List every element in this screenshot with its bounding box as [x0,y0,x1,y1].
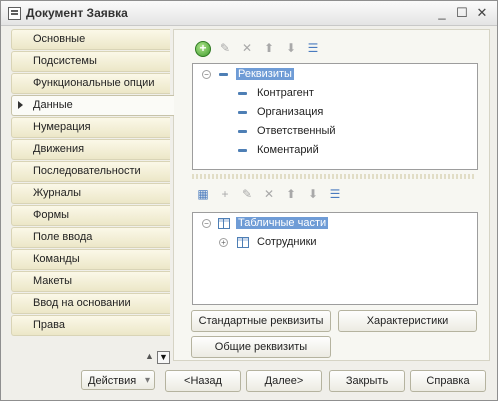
tree-row-label: Организация [257,106,324,118]
common-requisites-button[interactable]: Общие реквизиты [191,336,331,358]
move-down-icon[interactable]: ⬇ [305,186,321,202]
data-panel: + ✎ ✕ ⬆ ⬇ ☰ − Реквизиты Контрагент Орган… [173,29,490,361]
tree-row-organization[interactable]: Организация [193,104,473,121]
add-attribute-icon[interactable]: + [217,186,233,202]
title-bar[interactable]: Документ Заявка _ ☐ ✕ [1,1,497,26]
add-table-icon[interactable]: ▦ [195,186,211,202]
panel-splitter[interactable] [192,174,476,179]
tree-row-employees[interactable]: + Сотрудники [193,234,473,251]
nav-item-label: Ввод на основании [33,297,131,309]
nav-item-numbering[interactable]: Нумерация [11,117,170,138]
tree-row-label: Коментарий [257,144,319,156]
attribute-icon [238,92,247,95]
move-down-icon[interactable]: ⬇ [283,40,299,56]
tree-row-responsible[interactable]: Ответственный [193,123,473,140]
nav-item-label: Основные [33,33,86,45]
nav-item-subsystems[interactable]: Подсистемы [11,51,170,72]
actions-dropdown[interactable]: Действия [81,370,155,391]
nav-item-functional-options[interactable]: Функциональные опции [11,73,170,94]
add-icon[interactable]: + [195,41,211,57]
nav-item-forms[interactable]: Формы [11,205,170,226]
section-nav: Основные Подсистемы Функциональные опции… [11,29,174,347]
attribute-group-icon [219,73,228,76]
nav-item-movements[interactable]: Движения [11,139,170,160]
window-title: Документ Заявка [26,6,128,20]
nav-item-label: Последовательности [33,165,141,177]
edit-icon[interactable]: ✎ [239,186,255,202]
sort-icon[interactable]: ☰ [305,40,321,56]
attribute-icon [238,111,247,114]
requisites-tree[interactable]: − Реквизиты Контрагент Организация Ответ… [192,63,478,170]
back-button[interactable]: <Назад [165,370,241,392]
nav-item-label: Журналы [33,187,82,199]
nav-item-input-by-basis[interactable]: Ввод на основании [11,293,170,314]
tree-row-tabular-parts[interactable]: − Табличные части [193,215,473,232]
table-icon [218,218,230,229]
nav-item-label: Функциональные опции [33,77,155,89]
nav-item-input-field[interactable]: Поле ввода [11,227,170,248]
attribute-icon [238,130,247,133]
dialog-window: Документ Заявка _ ☐ ✕ Основные Подсистем… [0,0,498,401]
close-button[interactable]: Закрыть [329,370,405,392]
nav-item-templates[interactable]: Макеты [11,271,170,292]
nav-item-main[interactable]: Основные [11,29,170,50]
tree-row-label: Сотрудники [257,236,317,248]
edit-icon[interactable]: ✎ [217,40,233,56]
tree-row-comment[interactable]: Коментарий [193,142,473,159]
nav-scroll-down-button[interactable]: ▼ [157,351,170,364]
standard-requisites-button[interactable]: Стандартные реквизиты [191,310,331,332]
close-window-button[interactable]: ✕ [474,5,490,21]
tree-row-label: Табличные части [236,217,329,229]
tree-row-requisites[interactable]: − Реквизиты [193,66,473,83]
attribute-icon [238,149,247,152]
document-icon [8,7,21,20]
expand-icon[interactable]: + [219,238,228,247]
delete-icon[interactable]: ✕ [261,186,277,202]
sort-icon[interactable]: ☰ [327,186,343,202]
nav-item-journals[interactable]: Журналы [11,183,170,204]
nav-item-label: Поле ввода [33,231,93,243]
nav-item-label: Команды [33,253,80,265]
nav-item-commands[interactable]: Команды [11,249,170,270]
characteristics-button[interactable]: Характеристики [338,310,477,332]
tabular-parts-tree[interactable]: − Табличные части + Сотрудники [192,212,478,305]
nav-item-label: Права [33,319,65,331]
minimize-button[interactable]: _ [434,5,450,21]
move-up-icon[interactable]: ⬆ [283,186,299,202]
nav-item-label: Макеты [33,275,73,287]
nav-item-label: Движения [33,143,85,155]
table-icon [237,237,249,248]
nav-item-data[interactable]: Данные [11,95,174,116]
tree-row-label: Контрагент [257,87,314,99]
nav-scroll-up-button[interactable]: ▲ [144,351,155,362]
delete-icon[interactable]: ✕ [239,40,255,56]
nav-item-rights[interactable]: Права [11,315,170,336]
next-button[interactable]: Далее> [246,370,322,392]
help-button[interactable]: Справка [410,370,486,392]
move-up-icon[interactable]: ⬆ [261,40,277,56]
current-section-marker-icon [18,101,23,109]
nav-item-label: Нумерация [33,121,91,133]
nav-item-label: Подсистемы [33,55,97,67]
nav-item-sequences[interactable]: Последовательности [11,161,170,182]
tree-row-counterparty[interactable]: Контрагент [193,85,473,102]
nav-item-label: Формы [33,209,70,221]
tree-row-label: Ответственный [257,125,336,137]
collapse-icon[interactable]: − [202,70,211,79]
collapse-icon[interactable]: − [202,219,211,228]
maximize-button[interactable]: ☐ [454,5,470,21]
tree-row-label: Реквизиты [236,68,294,80]
nav-item-label: Данные [33,99,73,111]
